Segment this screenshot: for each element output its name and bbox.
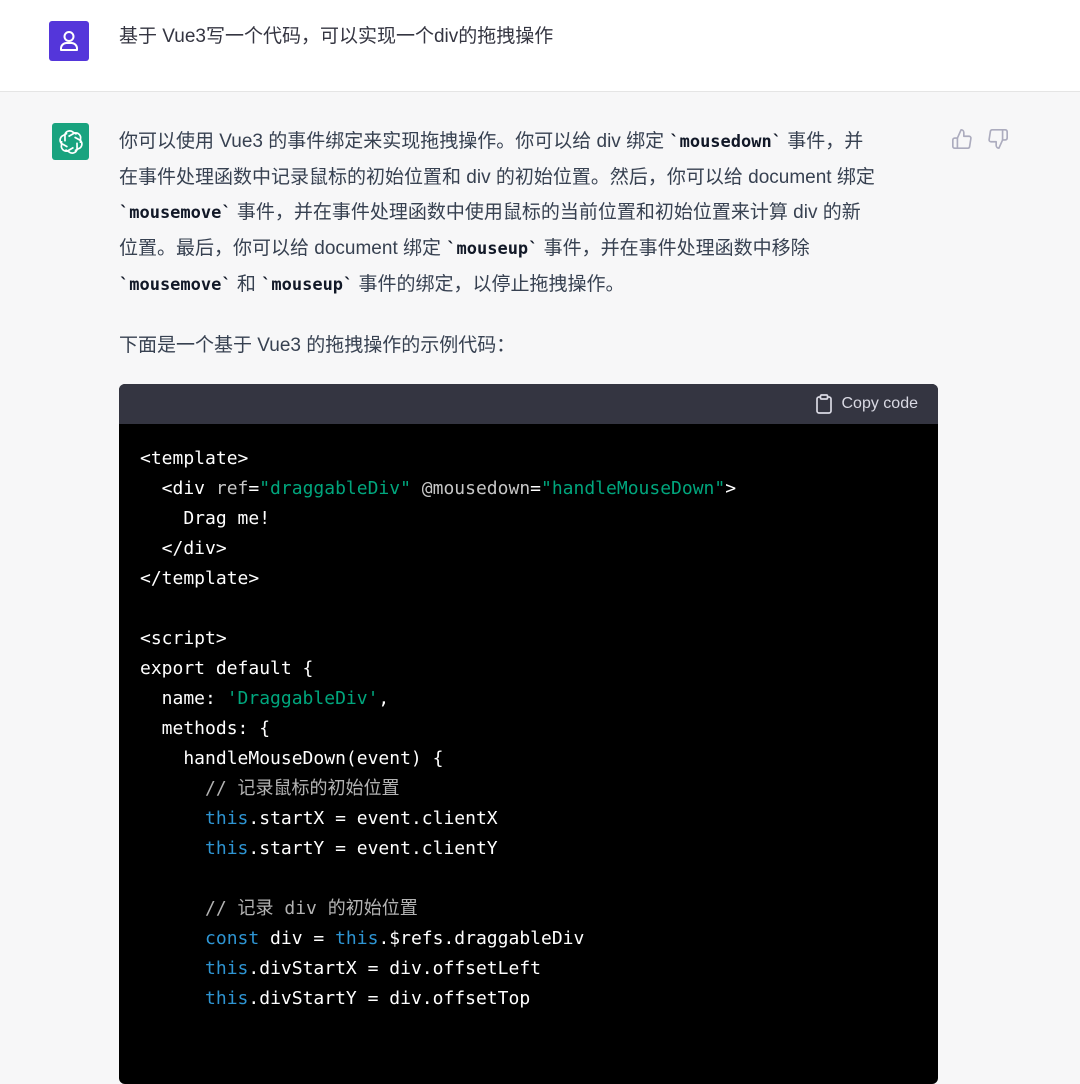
code-line: Drag me! (140, 504, 918, 534)
paragraph-text: 事件的绑定，以停止拖拽操作。 (353, 274, 625, 295)
paragraph-text: 在事件处理函数中记录鼠标的初始位置和 div 的初始位置。然后，你可以给 doc… (119, 167, 875, 188)
code-token: name: (140, 688, 227, 709)
paragraph-text: 事件，并 (781, 131, 864, 152)
code-line: // 记录鼠标的初始位置 (140, 774, 918, 804)
code-token: handleMouseDown(event) { (140, 748, 444, 769)
openai-logo-icon (58, 129, 83, 154)
code-token: 'DraggableDiv' (226, 688, 379, 709)
paragraph-line: 位置。最后，你可以给 document 绑定 `mouseup` 事件，并在事件… (119, 231, 941, 267)
code-token: // 记录鼠标的初始位置 (140, 778, 400, 799)
code-token: </div> (140, 538, 227, 559)
code-token: this (205, 988, 249, 1009)
code-line: handleMouseDown(event) { (140, 744, 918, 774)
code-line: </template> (140, 564, 918, 594)
code-token: ref (215, 478, 249, 499)
code-token: </template> (140, 568, 260, 589)
code-token: .$refs.draggableDiv (378, 928, 585, 949)
code-token: .startX = event.clientX (248, 808, 498, 829)
user-message-row: 基于 Vue3写一个代码，可以实现一个div的拖拽操作 (0, 0, 1080, 92)
paragraph-text: 和 (231, 274, 262, 295)
assistant-paragraph-2: 下面是一个基于 Vue3 的拖拽操作的示例代码： (119, 335, 516, 356)
code-line: // 记录 div 的初始位置 (140, 894, 918, 924)
code-token: this (335, 928, 379, 949)
code-token: <template> (140, 448, 249, 469)
paragraph-line: `mousemove` 事件，并在事件处理函数中使用鼠标的当前位置和初始位置来计… (119, 195, 941, 231)
code-token: .divStartX = div.offsetLeft (248, 958, 541, 979)
code-line: this.startX = event.clientX (140, 804, 918, 834)
code-line: export default { (140, 654, 918, 684)
feedback-buttons (951, 128, 1009, 150)
code-token: = (530, 478, 541, 499)
thumbs-up-icon[interactable] (951, 128, 973, 150)
code-line: <script> (140, 624, 918, 654)
code-token: this (205, 808, 249, 829)
inline-code: `mousemove` (119, 275, 232, 295)
assistant-avatar (52, 123, 89, 160)
code-token: "handleMouseDown" (541, 478, 726, 499)
user-message-text: 基于 Vue3写一个代码，可以实现一个div的拖拽操作 (119, 26, 554, 47)
code-token: // 记录 div 的初始位置 (140, 898, 418, 919)
paragraph-line: `mousemove` 和 `mouseup` 事件的绑定，以停止拖拽操作。 (119, 267, 941, 303)
code-token: this (205, 958, 249, 979)
assistant-message-row: 你可以使用 Vue3 的事件绑定来实现拖拽操作。你可以给 div 绑定 `mou… (0, 92, 1080, 1084)
user-avatar (49, 21, 89, 61)
inline-code: `mousemove` (119, 203, 232, 223)
code-line: this.divStartX = div.offsetLeft (140, 954, 918, 984)
inline-code: `mouseup` (446, 239, 539, 259)
code-body: <template> <div ref="draggableDiv" @mous… (119, 424, 938, 1084)
code-token: , (378, 688, 390, 709)
code-line: methods: { (140, 714, 918, 744)
code-token: = (248, 478, 260, 499)
code-token: @mousedown (421, 478, 531, 499)
paragraph-text: 事件，并在事件处理函数中移除 (538, 238, 810, 259)
paragraph-line: 你可以使用 Vue3 的事件绑定来实现拖拽操作。你可以给 div 绑定 `mou… (119, 124, 941, 160)
clipboard-icon (815, 394, 832, 414)
assistant-message-content: 你可以使用 Vue3 的事件绑定来实现拖拽操作。你可以给 div 绑定 `mou… (119, 124, 941, 1084)
code-token: <script> (140, 628, 227, 649)
code-block-header: Copy code (119, 384, 938, 424)
code-token: this (205, 838, 249, 859)
inline-code: `mouseup` (261, 275, 354, 295)
copy-code-label: Copy code (841, 395, 919, 412)
user-icon (60, 31, 78, 51)
code-token: div = (259, 928, 336, 949)
code-token: > (725, 478, 737, 499)
code-token: const (205, 928, 260, 949)
code-line: name: 'DraggableDiv', (140, 684, 918, 714)
code-token: methods: { (140, 718, 271, 739)
paragraph-text: 位置。最后，你可以给 document 绑定 (119, 238, 447, 259)
paragraph-line: 在事件处理函数中记录鼠标的初始位置和 div 的初始位置。然后，你可以给 doc… (119, 160, 941, 195)
code-token: .divStartY = div.offsetTop (248, 988, 531, 1009)
code-line: this.startY = event.clientY (140, 834, 918, 864)
thumbs-down-icon[interactable] (987, 128, 1009, 150)
paragraph-text: 事件，并在事件处理函数中使用鼠标的当前位置和初始位置来计算 div 的新 (231, 202, 861, 223)
inline-code: `mousedown` (669, 132, 782, 152)
code-token: .startY = event.clientY (248, 838, 498, 859)
code-token: "draggableDiv" (259, 478, 411, 499)
copy-code-button[interactable]: Copy code (815, 394, 919, 414)
code-token: export default { (140, 658, 314, 679)
code-line: const div = this.$refs.draggableDiv (140, 924, 918, 954)
code-block: Copy code <template> <div ref="draggable… (119, 384, 938, 1084)
code-line: </div> (140, 534, 918, 564)
code-line: <template> (140, 444, 918, 474)
code-line: <div ref="draggableDiv" @mousedown="hand… (140, 474, 918, 504)
paragraph-text: 你可以使用 Vue3 的事件绑定来实现拖拽操作。你可以给 div 绑定 (119, 131, 670, 152)
code-token: <div (140, 478, 216, 499)
assistant-paragraph-1: 你可以使用 Vue3 的事件绑定来实现拖拽操作。你可以给 div 绑定 `mou… (119, 124, 941, 303)
code-token: Drag me! (140, 508, 271, 529)
